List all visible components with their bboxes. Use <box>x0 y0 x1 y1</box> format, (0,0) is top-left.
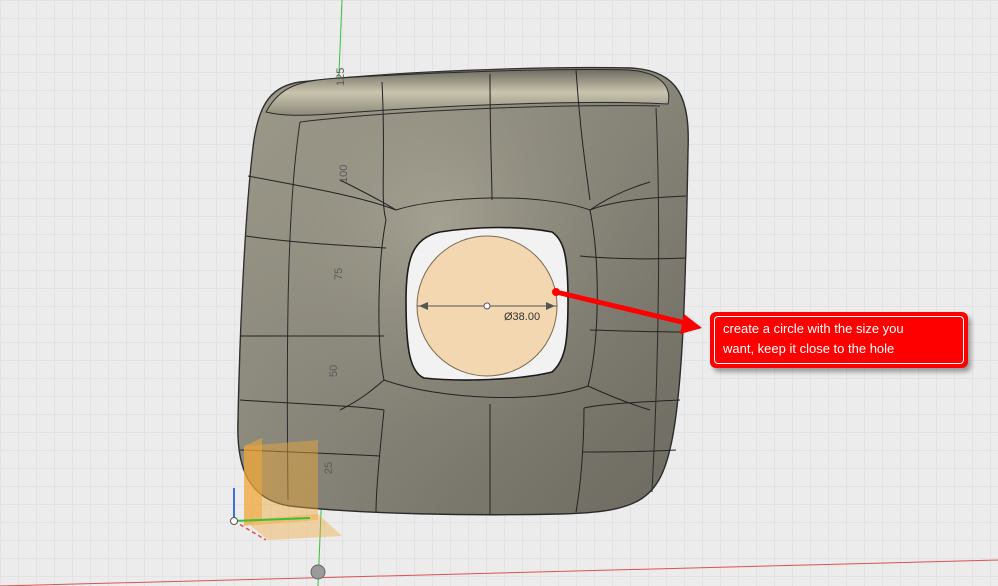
pivot-marker[interactable] <box>310 564 326 580</box>
canvas-viewport[interactable]: Ø38.00 125 100 75 50 25 create a circle … <box>0 0 998 586</box>
sketch-circle[interactable]: Ø38.00 <box>416 235 558 377</box>
ruler-label-25: 25 <box>323 462 335 474</box>
dimension-label[interactable]: Ø38.00 <box>504 311 540 323</box>
callout-text: create a circle with the size you want, … <box>714 316 964 364</box>
ruler-label-75: 75 <box>333 268 345 280</box>
ruler-label-50: 50 <box>328 365 340 377</box>
ruler-label-100: 100 <box>338 165 350 183</box>
model-scene[interactable]: Ø38.00 125 100 75 50 25 <box>0 0 998 586</box>
instruction-callout: create a circle with the size you want, … <box>710 312 968 368</box>
ruler-label-125: 125 <box>335 68 347 86</box>
circle-center-point[interactable] <box>483 302 491 310</box>
